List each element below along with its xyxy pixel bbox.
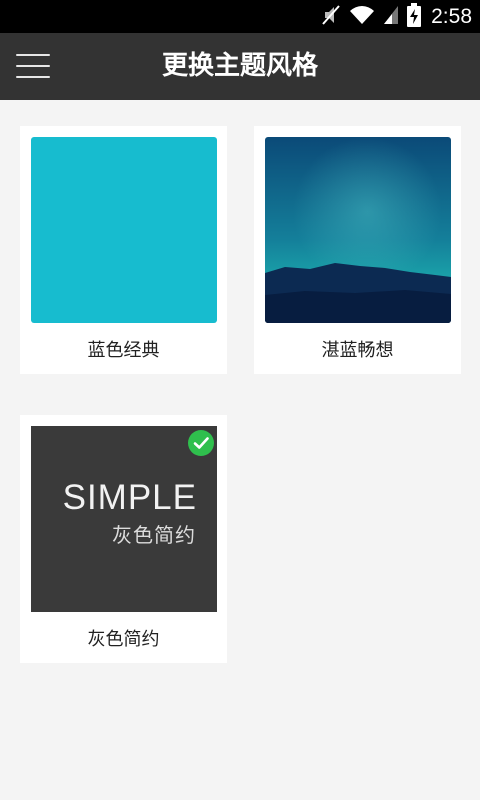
- page-title: 更换主题风格: [161, 51, 318, 81]
- check-icon: [188, 430, 214, 456]
- status-icons: 2:58: [321, 0, 472, 33]
- theme-label: 灰色简约: [87, 629, 160, 650]
- theme-thumbnail-gray: SIMPLE 灰色简约: [31, 426, 217, 612]
- hamburger-menu-icon[interactable]: [16, 54, 50, 80]
- theme-card-gray-simple[interactable]: SIMPLE 灰色简约 灰色简约: [20, 415, 227, 663]
- mute-icon: [321, 4, 341, 30]
- status-time: 2:58: [431, 4, 472, 28]
- app-bar: 更换主题风格: [0, 33, 480, 100]
- theme-thumbnail-night-sky: [265, 137, 451, 323]
- battery-charging-icon: [407, 2, 422, 31]
- wifi-icon: [349, 5, 375, 29]
- theme-label: 湛蓝畅想: [321, 340, 394, 361]
- theme-card-azure-dream[interactable]: 湛蓝畅想: [254, 126, 461, 374]
- status-bar: 2:58: [0, 0, 480, 33]
- theme-card-blue-classic[interactable]: 蓝色经典: [20, 126, 227, 374]
- thumbnail-subtitle: 灰色简约: [112, 523, 196, 547]
- theme-thumbnail-blue: [31, 137, 217, 323]
- thumbnail-title: SIMPLE: [62, 478, 197, 517]
- theme-label: 蓝色经典: [87, 340, 160, 361]
- signal-icon: [383, 5, 399, 29]
